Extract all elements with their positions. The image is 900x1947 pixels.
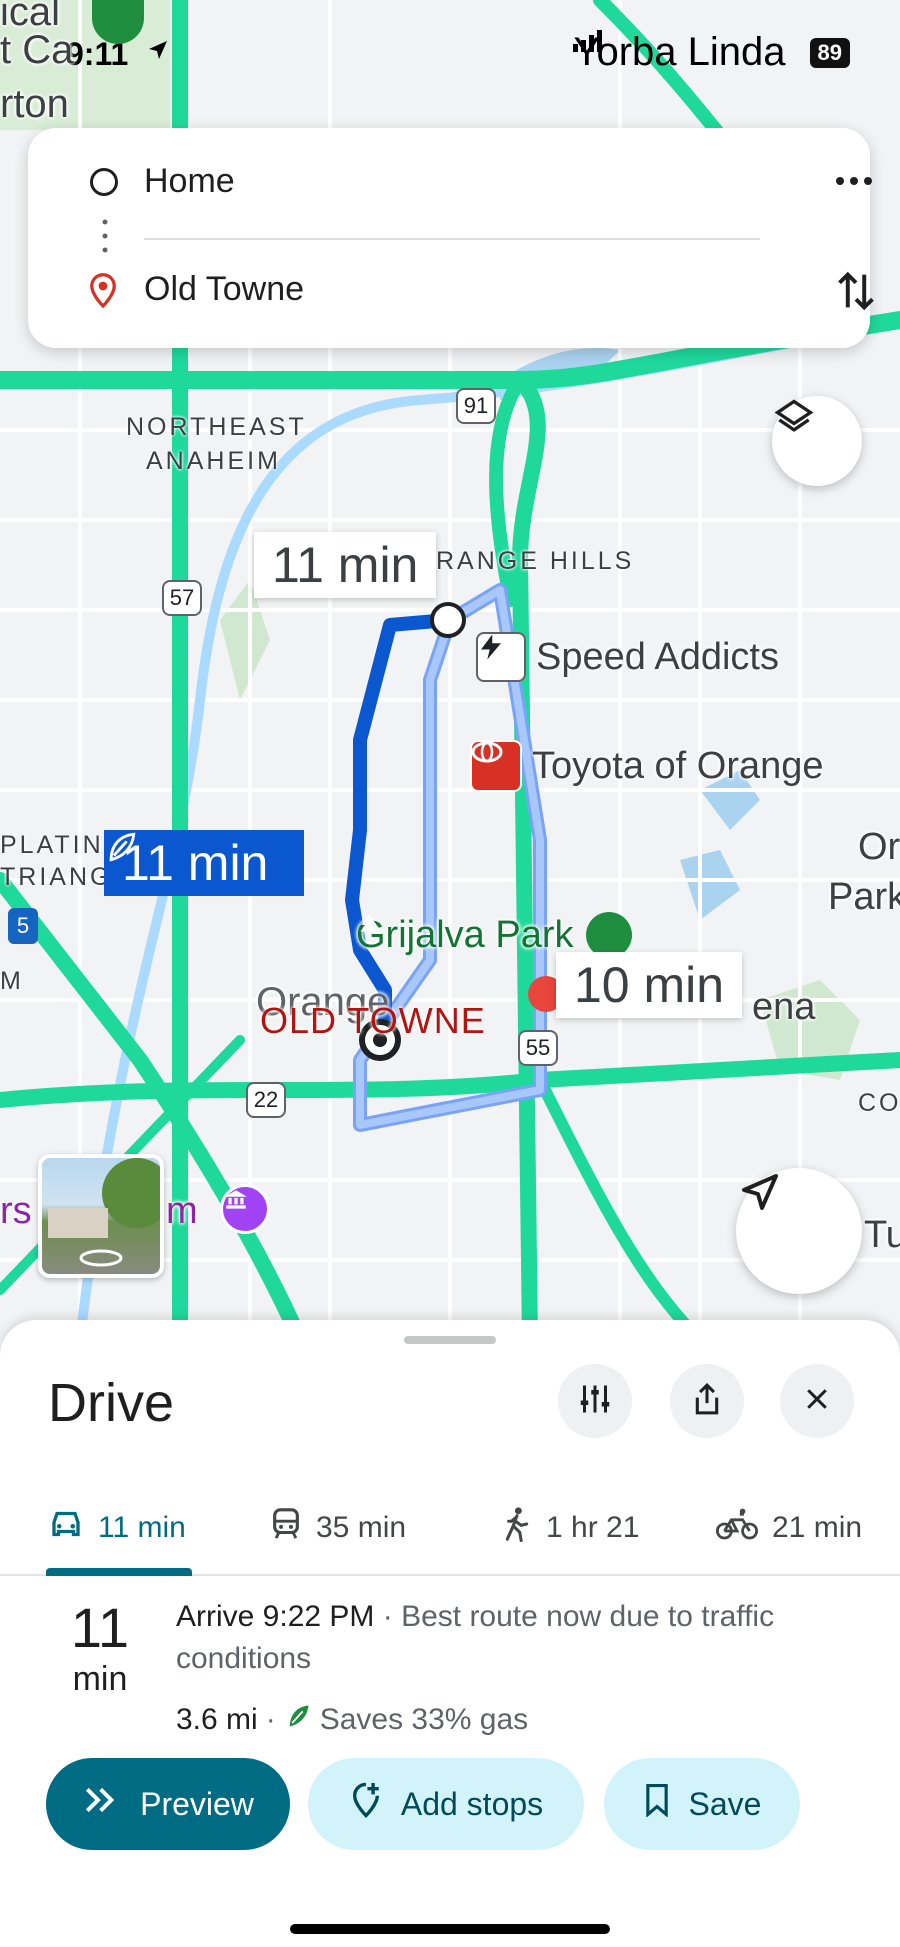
map-label-co: CO: [858, 1089, 900, 1117]
origin-row[interactable]: Home: [28, 152, 872, 212]
map-label-tu: Tu: [864, 1214, 900, 1256]
sheet-title: Drive: [48, 1373, 175, 1433]
street-view-thumbnail[interactable]: [38, 1154, 164, 1278]
map-label-or: Or: [858, 826, 900, 868]
close-icon: [802, 1384, 832, 1419]
car-icon: [48, 1507, 84, 1549]
route-shield-91: 91: [456, 388, 496, 424]
transit-icon: [270, 1507, 302, 1549]
tab-transit-label: 35 min: [316, 1511, 407, 1544]
status-right: Yorba Linda 89: [573, 30, 850, 75]
route-details: 3.6 mi · Saves 33% gas: [176, 1702, 528, 1738]
add-stops-button[interactable]: Add stops: [308, 1758, 584, 1850]
route-duration: 11 min: [56, 1596, 144, 1699]
alt-route-time-bubble[interactable]: 11 min: [254, 532, 437, 598]
tab-bike[interactable]: 21 min: [716, 1480, 862, 1576]
layers-button[interactable]: [772, 396, 862, 486]
destination-row[interactable]: Old Towne: [28, 260, 874, 320]
destination-text[interactable]: Old Towne: [144, 270, 304, 309]
add-stops-label: Add stops: [400, 1785, 544, 1822]
map-label-ena: ena: [752, 986, 816, 1028]
museum-icon[interactable]: [220, 1184, 270, 1234]
tab-bike-label: 21 min: [772, 1511, 863, 1544]
eco-leaf-icon: [284, 1702, 312, 1738]
search-divider: [144, 238, 760, 240]
alt-route-time-bubble-right[interactable]: 10 min: [556, 952, 743, 1018]
arrive-time: Arrive 9:22 PM: [176, 1600, 375, 1633]
share-button[interactable]: [670, 1364, 744, 1438]
route-shield-5: 5: [8, 908, 38, 944]
map-label-corner: t Ca: [0, 28, 74, 72]
area-label-old-towne: OLD TOWNE: [260, 1000, 486, 1041]
area-label-anaheim: ANAHEIM: [146, 447, 281, 475]
save-button[interactable]: Save: [604, 1758, 800, 1850]
map-label-corner: rton: [0, 82, 69, 126]
save-label: Save: [688, 1785, 762, 1822]
share-icon: [690, 1381, 724, 1422]
route-summary[interactable]: Arrive 9:22 PM · Best route now due to t…: [176, 1596, 866, 1680]
selected-route-time-bubble[interactable]: 11 min: [104, 830, 305, 896]
duration-unit: min: [72, 1660, 128, 1698]
route-search-card: Home Old Towne: [28, 128, 874, 348]
route-distance: 3.6 mi: [176, 1703, 258, 1736]
preview-label: Preview: [140, 1785, 254, 1822]
area-label-orange-hills: RANGE HILLS: [436, 547, 635, 575]
speed-addicts-poi[interactable]: Speed Addicts: [476, 632, 779, 682]
sheet-drag-handle[interactable]: [404, 1336, 496, 1344]
travel-mode-tabs: 11 min 35 min 1 hr 21 21 min: [0, 1480, 900, 1576]
duration-number: 11: [70, 1596, 130, 1659]
separator: ·: [265, 1703, 276, 1736]
tab-transit[interactable]: 35 min: [270, 1480, 406, 1576]
close-button[interactable]: [780, 1364, 854, 1438]
tab-walk[interactable]: 1 hr 21: [502, 1480, 639, 1576]
tab-drive[interactable]: 11 min: [48, 1480, 186, 1576]
map-label-m: m: [166, 1190, 198, 1232]
tab-walk-label: 1 hr 21: [546, 1511, 640, 1544]
poi-speed-addicts: Speed Addicts: [536, 635, 779, 678]
bookmark-icon: [643, 1783, 671, 1825]
lightning-icon: [476, 632, 526, 682]
add-location-icon: [349, 1780, 383, 1828]
preview-button[interactable]: Preview: [46, 1758, 290, 1850]
origin-text[interactable]: Home: [144, 162, 235, 201]
poi-toyota: Toyota of Orange: [532, 744, 824, 787]
route-shield-55: 55: [518, 1030, 558, 1066]
status-location-text: Yorba Linda: [573, 30, 786, 74]
area-label-m: M: [0, 967, 24, 995]
route-shield-57: 57: [162, 580, 202, 616]
tune-icon: [577, 1381, 613, 1422]
route-options-button[interactable]: [558, 1364, 632, 1438]
toyota-poi[interactable]: Toyota of Orange: [470, 740, 824, 792]
area-label-platinum: PLATIN: [0, 831, 104, 859]
map-label-rs: rs: [0, 1190, 32, 1232]
gas-savings: Saves 33% gas: [319, 1703, 529, 1736]
double-chevron-icon: [82, 1784, 122, 1824]
origin-circle-icon: [90, 168, 118, 196]
toyota-icon: [470, 740, 522, 792]
active-tab-indicator: [46, 1568, 192, 1576]
poi-grijalva: Grijalva Park: [356, 913, 574, 956]
area-label-triangle: TRIANG: [0, 863, 113, 891]
bike-icon: [716, 1507, 758, 1549]
recenter-button[interactable]: [736, 1168, 862, 1294]
map-view[interactable]: 9:11 Yorba Linda 89 ical t Ca rton NORTH…: [0, 0, 900, 1340]
directions-sheet: Drive 11 min 35 min 1 hr 21 21 min 11 mi…: [0, 1320, 900, 1947]
map-label-park: Park: [828, 876, 900, 918]
route-shield-22: 22: [246, 1082, 286, 1118]
selected-route-time: 11 min: [122, 835, 269, 891]
battery-badge: 89: [809, 37, 850, 68]
walk-icon: [502, 1506, 532, 1550]
area-label-northeast: NORTHEAST: [126, 413, 307, 441]
separator: ·: [374, 1600, 402, 1633]
tab-drive-label: 11 min: [98, 1511, 186, 1544]
home-indicator: [290, 1924, 610, 1934]
